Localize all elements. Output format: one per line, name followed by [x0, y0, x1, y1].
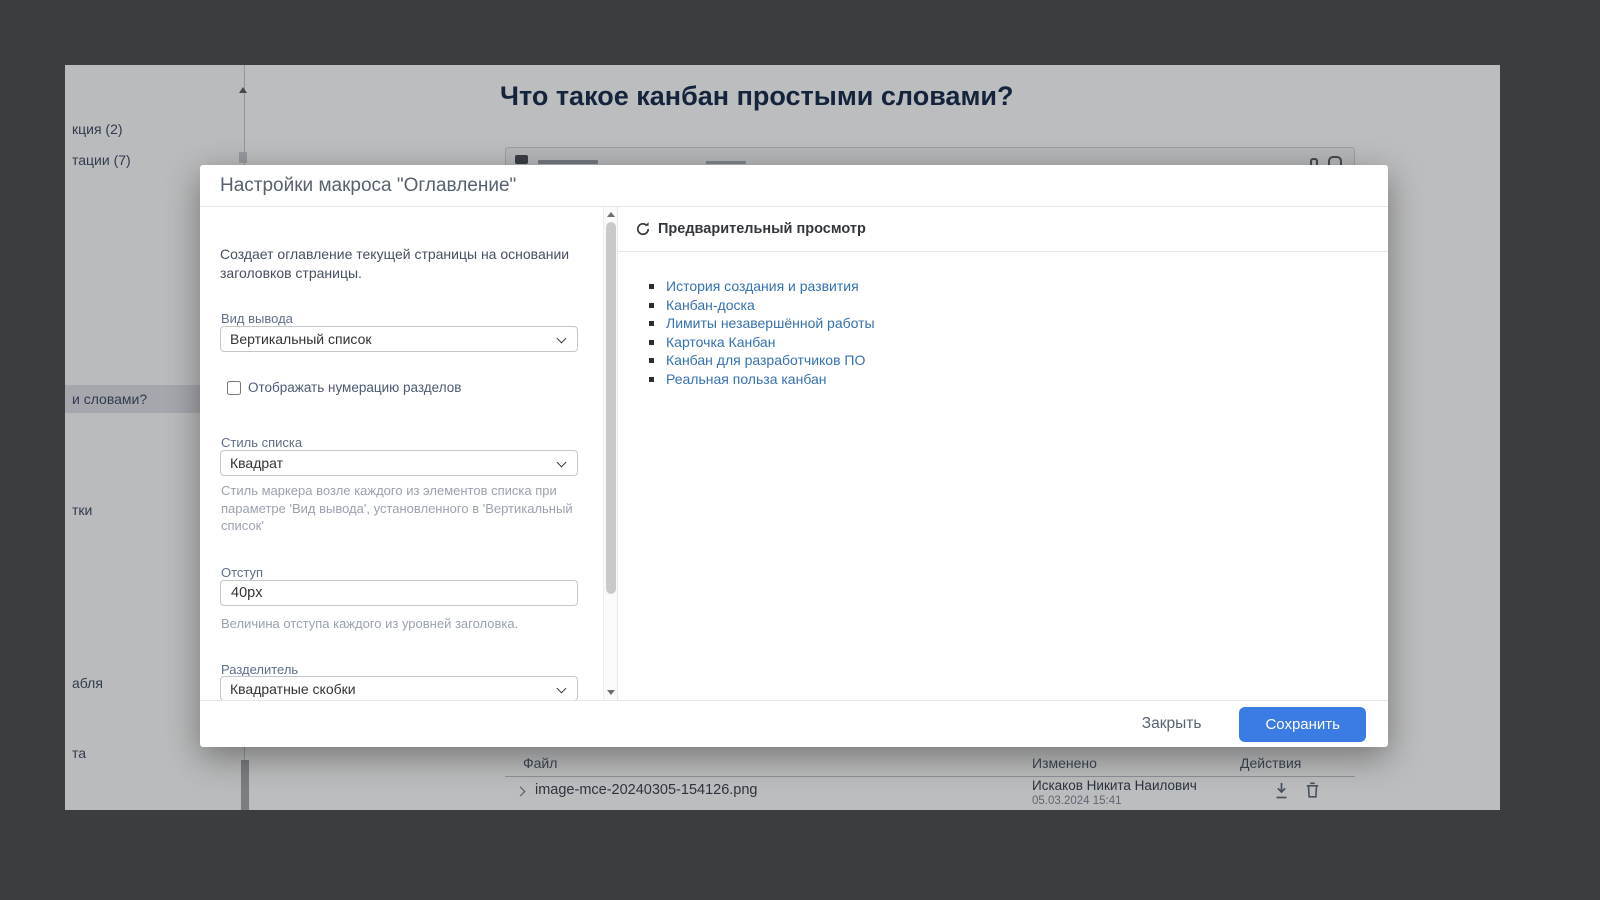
numbering-checkbox[interactable]	[227, 381, 241, 395]
separator-select[interactable]: Квадратные скобки	[220, 676, 578, 701]
scroll-up-icon[interactable]	[607, 212, 615, 217]
preview-header: Предварительный просмотр	[635, 221, 866, 237]
square-bullet-icon	[649, 358, 654, 363]
indent-label: Отступ	[221, 565, 263, 580]
scrollbar-thumb[interactable]	[606, 222, 616, 594]
toc-link[interactable]: Лимиты незавершённой работы	[666, 315, 875, 331]
preview-heading: Предварительный просмотр	[658, 221, 866, 237]
list-style-select[interactable]: Квадрат	[220, 450, 578, 476]
dialog-header: Настройки макроса "Оглавление"	[200, 165, 1388, 207]
toc-link[interactable]: История создания и развития	[666, 278, 859, 294]
refresh-icon[interactable]	[635, 221, 651, 237]
list-style-help: Стиль маркера возле каждого из элементов…	[221, 482, 583, 535]
chevron-down-icon	[557, 334, 567, 344]
toc-link[interactable]: Карточка Канбан	[666, 334, 775, 350]
square-bullet-icon	[649, 321, 654, 326]
toc-link[interactable]: Канбан-доска	[666, 297, 755, 313]
square-bullet-icon	[649, 340, 654, 345]
save-button[interactable]: Сохранить	[1239, 707, 1366, 742]
separator-value: Квадратные скобки	[230, 681, 356, 697]
separator-label: Разделитель	[221, 662, 298, 677]
chevron-down-icon	[557, 458, 567, 468]
indent-help: Величина отступа каждого из уровней заго…	[221, 615, 583, 633]
list-item: Карточка Канбан	[649, 333, 875, 352]
scroll-down-icon[interactable]	[607, 690, 615, 695]
preview-pane: Предварительный просмотр История создани…	[617, 207, 1388, 700]
toc-preview-list: История создания и развития Канбан-доска…	[649, 277, 875, 389]
preview-divider	[618, 251, 1388, 252]
numbering-option: Отображать нумерацию разделов	[227, 380, 461, 395]
dialog-body: Создает оглавление текущей страницы на о…	[200, 207, 1388, 700]
dialog-footer: Закрыть Сохранить	[200, 700, 1388, 747]
form-scrollbar[interactable]	[603, 207, 617, 700]
toc-link[interactable]: Канбан для разработчиков ПО	[666, 352, 865, 368]
square-bullet-icon	[649, 284, 654, 289]
list-item: Лимиты незавершённой работы	[649, 314, 875, 333]
indent-input[interactable]	[220, 580, 578, 606]
numbering-label: Отображать нумерацию разделов	[248, 380, 461, 395]
output-type-label: Вид вывода	[221, 311, 293, 326]
close-button[interactable]: Закрыть	[1142, 715, 1202, 733]
macro-settings-form: Создает оглавление текущей страницы на о…	[200, 207, 603, 700]
macro-description: Создает оглавление текущей страницы на о…	[220, 245, 586, 283]
square-bullet-icon	[649, 303, 654, 308]
list-item: Канбан-доска	[649, 296, 875, 315]
list-item: Реальная польза канбан	[649, 370, 875, 389]
square-bullet-icon	[649, 377, 654, 382]
dialog-title: Настройки макроса "Оглавление"	[220, 175, 516, 197]
list-style-label: Стиль списка	[221, 435, 302, 450]
toc-link[interactable]: Реальная польза канбан	[666, 371, 827, 387]
list-style-value: Квадрат	[230, 455, 283, 471]
output-type-value: Вертикальный список	[230, 331, 372, 347]
macro-settings-dialog: Настройки макроса "Оглавление" Создает о…	[200, 165, 1388, 747]
chevron-down-icon	[557, 684, 567, 694]
list-item: История создания и развития	[649, 277, 875, 296]
output-type-select[interactable]: Вертикальный список	[220, 326, 578, 352]
list-item: Канбан для разработчиков ПО	[649, 351, 875, 370]
